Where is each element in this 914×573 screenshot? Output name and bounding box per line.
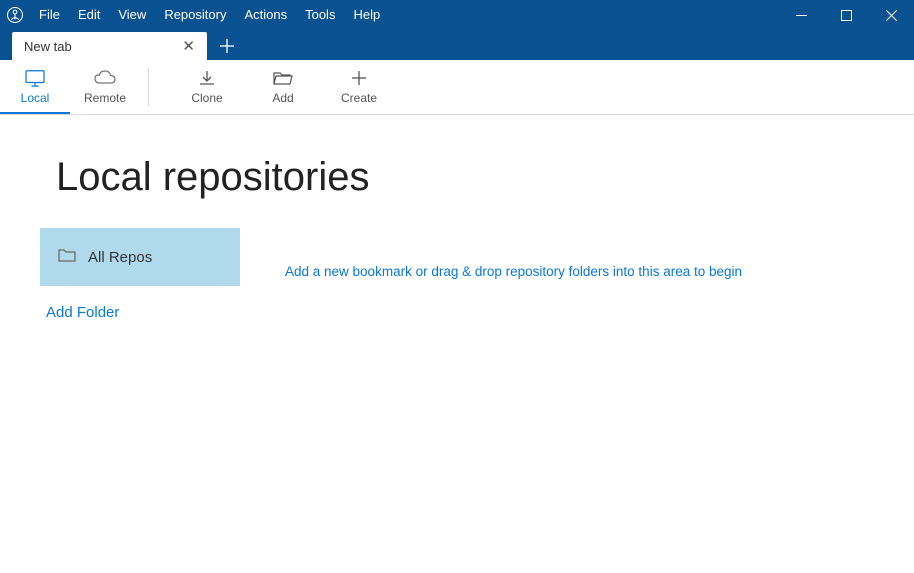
app-logo (0, 0, 30, 30)
monitor-icon (24, 68, 46, 88)
toolbar-create-button[interactable]: Create (321, 60, 397, 114)
toolbar-local-button[interactable]: Local (0, 60, 70, 114)
maximize-button[interactable] (824, 0, 869, 30)
minimize-icon (796, 10, 807, 21)
toolbar-local-label: Local (21, 91, 50, 105)
sidebar-item-all-repos[interactable]: All Repos (40, 228, 240, 286)
plus-icon (351, 68, 367, 88)
menu-repository[interactable]: Repository (155, 0, 235, 30)
content: Local repositories All Repos Add Folder … (0, 115, 914, 339)
toolbar-create-label: Create (341, 91, 377, 105)
toolbar-group-actions: Clone Add Create (169, 60, 397, 114)
drop-hint: Add a new bookmark or drag & drop reposi… (285, 228, 742, 279)
toolbar-separator (148, 68, 149, 106)
tab-active[interactable]: New tab ✕ (12, 32, 207, 60)
sidebar-item-label: All Repos (88, 249, 152, 266)
menu-file[interactable]: File (30, 0, 69, 30)
folder-open-icon (273, 68, 293, 88)
toolbar-clone-button[interactable]: Clone (169, 60, 245, 114)
folder-icon (58, 248, 76, 266)
close-icon (886, 10, 897, 21)
minimize-button[interactable] (779, 0, 824, 30)
menu-actions[interactable]: Actions (235, 0, 296, 30)
toolbar-add-button[interactable]: Add (245, 60, 321, 114)
menu-view[interactable]: View (109, 0, 155, 30)
download-icon (198, 68, 216, 88)
tab-bar: New tab ✕ (0, 30, 914, 60)
tab-close-button[interactable]: ✕ (178, 37, 199, 55)
sourcetree-icon (6, 6, 24, 24)
toolbar-clone-label: Clone (191, 91, 222, 105)
maximize-icon (841, 10, 852, 21)
titlebar: File Edit View Repository Actions Tools … (0, 0, 914, 30)
new-tab-button[interactable] (213, 32, 241, 60)
toolbar-remote-label: Remote (84, 91, 126, 105)
plus-icon (220, 39, 234, 53)
toolbar-remote-button[interactable]: Remote (70, 60, 140, 114)
add-folder-link[interactable]: Add Folder (40, 286, 240, 339)
tab-label: New tab (24, 39, 72, 54)
sidebar: All Repos Add Folder (40, 228, 240, 339)
cloud-icon (93, 68, 117, 88)
toolbar: Local Remote Clone Add Create (0, 60, 914, 115)
close-button[interactable] (869, 0, 914, 30)
window-controls (779, 0, 914, 30)
menu-bar: File Edit View Repository Actions Tools … (30, 0, 389, 30)
menu-tools[interactable]: Tools (296, 0, 344, 30)
toolbar-group-source: Local Remote (0, 60, 140, 114)
toolbar-add-label: Add (272, 91, 293, 105)
menu-help[interactable]: Help (344, 0, 389, 30)
menu-edit[interactable]: Edit (69, 0, 109, 30)
page-title: Local repositories (56, 155, 874, 200)
content-layout: All Repos Add Folder Add a new bookmark … (56, 228, 874, 339)
